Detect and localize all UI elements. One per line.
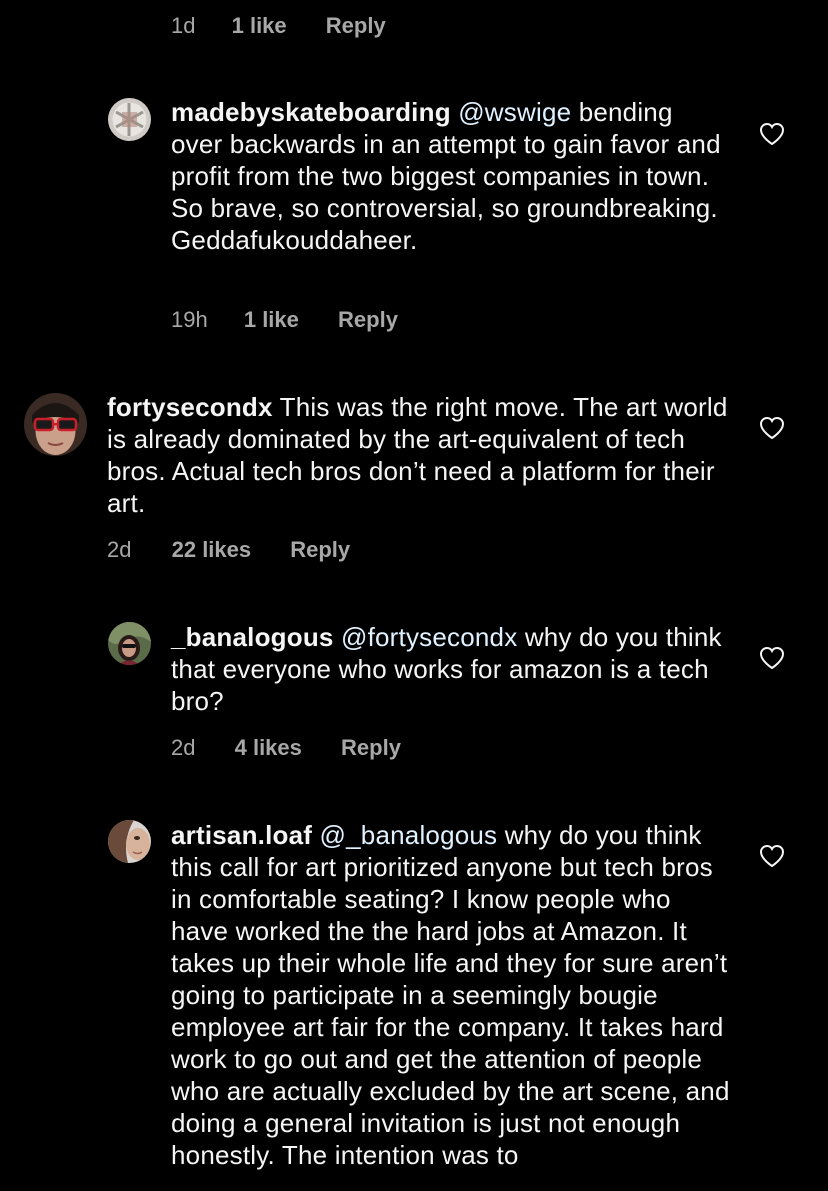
comment-username[interactable]: fortysecondx xyxy=(107,392,273,422)
comment-text: fortysecondx This was the right move. Th… xyxy=(107,391,732,519)
comment-username[interactable]: artisan.loaf xyxy=(171,820,312,850)
comment-mention[interactable]: @_banalogous xyxy=(320,820,498,850)
comment-meta-row: 19h 1 like Reply xyxy=(171,306,398,334)
comment-time: 2d xyxy=(171,735,196,760)
avatar[interactable] xyxy=(24,393,87,456)
comment-body: why do you think this call for art prior… xyxy=(171,820,730,1170)
comment-meta-row: 2d 4 likes Reply xyxy=(171,734,401,762)
comment-meta-row: 2d 22 likes Reply xyxy=(107,536,350,564)
comment-username[interactable]: _banalogous xyxy=(171,622,334,652)
heart-icon[interactable] xyxy=(759,646,785,670)
reply-button[interactable]: Reply xyxy=(326,12,386,40)
comment-likes-count[interactable]: 1 like xyxy=(244,306,299,334)
comment-time: 19h xyxy=(171,307,208,332)
comment-likes-count[interactable]: 1 like xyxy=(232,12,287,40)
avatar[interactable] xyxy=(108,98,151,141)
avatar[interactable] xyxy=(108,622,151,665)
heart-icon[interactable] xyxy=(759,122,785,146)
comment-meta-row: 1d 1 like Reply xyxy=(171,12,386,40)
heart-icon[interactable] xyxy=(759,844,785,868)
comment-mention[interactable]: @wswige xyxy=(458,97,571,127)
comment-time: 2d xyxy=(107,537,132,562)
comment-mention[interactable]: @fortysecondx xyxy=(341,622,517,652)
comment-time: 1d xyxy=(171,13,196,38)
heart-icon[interactable] xyxy=(759,416,785,440)
reply-button[interactable]: Reply xyxy=(290,536,350,564)
comment-text: _banalogous @fortysecondx why do you thi… xyxy=(171,621,731,717)
comment-text: artisan.loaf @_banalogous why do you thi… xyxy=(171,819,731,1171)
comment-text: madebyskateboarding @wswige bending over… xyxy=(171,96,731,256)
comment-username[interactable]: madebyskateboarding xyxy=(171,97,451,127)
avatar[interactable] xyxy=(108,820,151,863)
comment-likes-count[interactable]: 4 likes xyxy=(235,734,302,762)
reply-button[interactable]: Reply xyxy=(338,306,398,334)
comment-likes-count[interactable]: 22 likes xyxy=(172,536,252,564)
reply-button[interactable]: Reply xyxy=(341,734,401,762)
